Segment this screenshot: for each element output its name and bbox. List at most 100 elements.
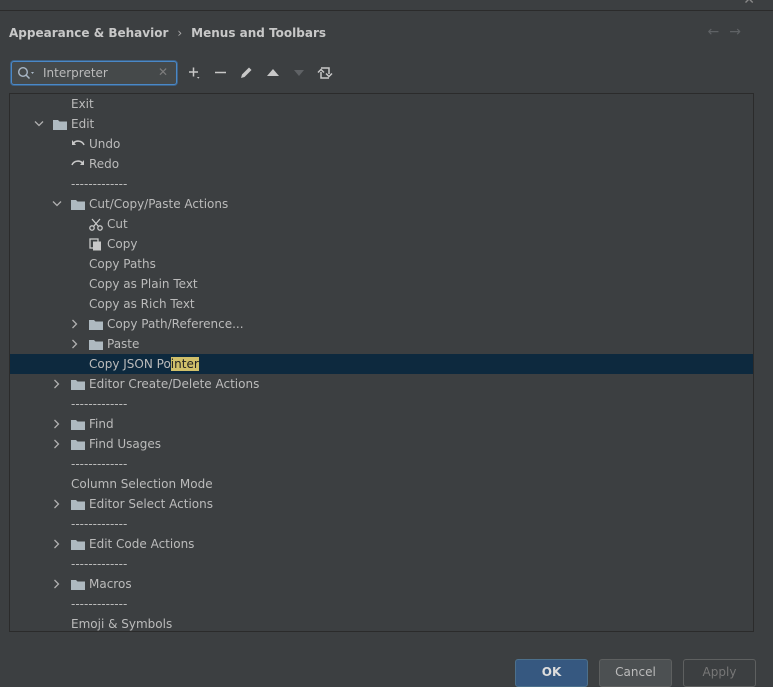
redo-icon	[71, 160, 84, 166]
tree-item-copy-rich-text[interactable]: Copy as Rich Text	[10, 294, 753, 314]
cancel-button[interactable]: Cancel	[599, 659, 672, 687]
breadcrumb-parent[interactable]: Appearance & Behavior	[9, 26, 168, 40]
tree-separator[interactable]: -------------	[10, 554, 753, 574]
separator-label: -------------	[71, 557, 128, 571]
forward-arrow-icon[interactable]: →	[729, 24, 751, 40]
tree-item-label: Emoji & Symbols	[71, 617, 173, 631]
chevron-right-icon[interactable]	[71, 339, 79, 349]
tree-item-label: Paste	[107, 337, 140, 351]
search-input[interactable]: Interpreter	[43, 66, 108, 80]
tree-item-label: Find	[89, 417, 114, 431]
restore-defaults-icon[interactable]	[316, 64, 334, 82]
tree-item-find-usages[interactable]: Find Usages	[10, 434, 753, 454]
tree-separator[interactable]: -------------	[10, 174, 753, 194]
tree-item-label: Copy	[107, 237, 138, 251]
clear-search-icon[interactable]: ✕	[158, 65, 168, 79]
copy-icon	[89, 238, 101, 251]
tree-item-copy[interactable]: Copy	[10, 234, 753, 254]
tree-item-column-selection-mode[interactable]: Column Selection Mode	[10, 474, 753, 494]
history-navigation: ←→	[708, 24, 751, 40]
tree-item-label: Copy Paths	[89, 257, 156, 271]
breadcrumb-current: Menus and Toolbars	[191, 26, 327, 40]
tree-item-label: Edit	[71, 117, 95, 131]
tree-item-paste[interactable]: Paste	[10, 334, 753, 354]
tree-item-label: Copy JSON Pointer	[89, 354, 199, 374]
tree-item-label: Cut/Copy/Paste Actions	[89, 197, 229, 211]
tree-item-emoji-symbols[interactable]: Emoji & Symbols	[10, 614, 753, 631]
close-icon[interactable]: ✕	[743, 0, 755, 8]
separator-label: -------------	[71, 457, 128, 471]
tree-item-editor-select[interactable]: Editor Select Actions	[10, 494, 753, 514]
chevron-right-icon[interactable]	[71, 319, 79, 329]
tree-item-label: Macros	[89, 577, 132, 591]
chevron-down-icon[interactable]	[52, 200, 62, 208]
folder-icon	[71, 500, 85, 510]
chevron-right-icon[interactable]	[53, 439, 61, 449]
chevron-right-icon[interactable]	[53, 539, 61, 549]
tree-separator[interactable]: -------------	[10, 514, 753, 534]
chevron-right-icon[interactable]	[53, 419, 61, 429]
chevron-down-icon[interactable]	[34, 120, 44, 128]
tree-item-label: Editor Create/Delete Actions	[89, 377, 260, 391]
search-icon[interactable]	[17, 66, 37, 80]
separator-label: -------------	[71, 517, 128, 531]
move-down-icon[interactable]	[290, 64, 308, 82]
tree-item-copy-paths[interactable]: Copy Paths	[10, 254, 753, 274]
folder-icon	[71, 580, 85, 590]
tree-item-label: Copy Path/Reference...	[107, 317, 244, 331]
apply-button[interactable]: Apply	[683, 659, 756, 687]
menu-tree[interactable]: Exit Edit Undo Redo ------------- Cut/Co…	[9, 93, 754, 632]
tree-item-label: Find Usages	[89, 437, 162, 451]
separator-label: -------------	[71, 397, 128, 411]
tree-item-cut[interactable]: Cut	[10, 214, 753, 234]
tree-item-macros[interactable]: Macros	[10, 574, 753, 594]
title-strip	[0, 0, 773, 11]
folder-icon	[71, 420, 85, 430]
chevron-right-icon[interactable]	[53, 499, 61, 509]
folder-icon	[53, 120, 67, 130]
tree-item-label: Column Selection Mode	[71, 477, 213, 491]
chevron-right-icon[interactable]	[53, 579, 61, 589]
folder-icon	[89, 320, 103, 330]
tree-item-label: Undo	[89, 137, 121, 151]
add-icon[interactable]	[186, 64, 204, 82]
breadcrumb: Appearance & Behavior › Menus and Toolbars	[9, 26, 326, 40]
tree-item-redo[interactable]: Redo	[10, 154, 753, 174]
back-arrow-icon[interactable]: ←	[708, 24, 730, 40]
tree-item-copy-json-pointer[interactable]: Copy JSON Pointer	[10, 354, 753, 374]
folder-icon	[71, 540, 85, 550]
tree-item-cut-copy-paste[interactable]: Cut/Copy/Paste Actions	[10, 194, 753, 214]
chevron-right-icon[interactable]	[53, 379, 61, 389]
search-match-highlight: inter	[170, 357, 199, 371]
move-up-icon[interactable]	[264, 64, 282, 82]
tree-item-copy-path-reference[interactable]: Copy Path/Reference...	[10, 314, 753, 334]
tree-item-label: Copy as Rich Text	[89, 297, 195, 311]
tree-item-editor-create-delete[interactable]: Editor Create/Delete Actions	[10, 374, 753, 394]
ok-button[interactable]: OK	[515, 659, 588, 687]
tree-item-edit-code[interactable]: Edit Code Actions	[10, 534, 753, 554]
tree-item-undo[interactable]: Undo	[10, 134, 753, 154]
search-field[interactable]: Interpreter ✕	[11, 61, 177, 85]
undo-icon	[72, 140, 85, 146]
tree-item-label: Edit Code Actions	[89, 537, 195, 551]
tree-item-exit[interactable]: Exit	[10, 94, 753, 114]
breadcrumb-separator-icon: ›	[177, 26, 183, 40]
tree-item-copy-plain-text[interactable]: Copy as Plain Text	[10, 274, 753, 294]
folder-icon	[89, 340, 103, 350]
folder-icon	[71, 440, 85, 450]
tree-separator[interactable]: -------------	[10, 454, 753, 474]
tree-separator[interactable]: -------------	[10, 594, 753, 614]
folder-icon	[71, 380, 85, 390]
tree-item-label: Copy as Plain Text	[89, 277, 198, 291]
tree-item-label: Exit	[71, 97, 94, 111]
tree-item-find[interactable]: Find	[10, 414, 753, 434]
separator-label: -------------	[71, 597, 128, 611]
tree-item-label: Cut	[107, 217, 128, 231]
tree-item-label: Editor Select Actions	[89, 497, 213, 511]
tree-separator[interactable]: -------------	[10, 394, 753, 414]
label-prefix: Copy JSON Po	[89, 357, 171, 371]
edit-pencil-icon[interactable]	[238, 64, 256, 82]
scissors-icon	[89, 218, 103, 231]
tree-item-edit[interactable]: Edit	[10, 114, 753, 134]
remove-icon[interactable]	[212, 64, 230, 82]
